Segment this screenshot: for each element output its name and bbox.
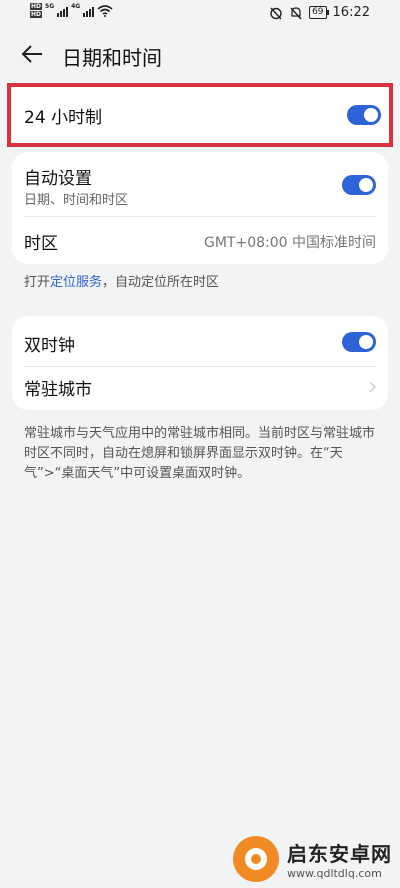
location-note-prefix: 打开 (24, 275, 51, 290)
battery-indicator: 69 (309, 6, 330, 19)
auto-setting-row[interactable]: 自动设置 日期、时间和时区 (12, 152, 388, 216)
clock: 16:22 (332, 5, 370, 20)
home-city-label: 常驻城市 (24, 380, 92, 400)
auto-settings-card: 自动设置 日期、时间和时区 时区 GMT+08:00 中国标准时间 (12, 152, 388, 264)
watermark-logo-icon (233, 836, 279, 882)
arrow-left-icon (21, 45, 42, 63)
sim1-badge: HD (30, 3, 43, 10)
network-type-2: 4G (71, 3, 81, 10)
hour24-row[interactable]: 24 小时制 (7, 83, 393, 147)
alarm-off-icon (270, 7, 282, 19)
page-header: 日期和时间 (0, 30, 400, 80)
watermark-text: 启东安卓网 www.qdltdlq.com (287, 838, 392, 880)
timezone-row[interactable]: 时区 GMT+08:00 中国标准时间 (12, 217, 388, 263)
timezone-label: 时区 (24, 234, 58, 254)
auto-setting-label: 自动设置 (24, 169, 92, 189)
signal-icon (57, 5, 69, 17)
hour24-label: 24 小时制 (24, 108, 103, 128)
dual-clock-label: 双时钟 (24, 336, 75, 356)
back-button[interactable] (18, 40, 46, 68)
location-service-link[interactable]: 定位服务 (50, 275, 102, 290)
sim2-badge: HD (30, 11, 43, 18)
auto-setting-toggle[interactable] (342, 175, 376, 195)
timezone-value: GMT+08:00 中国标准时间 (203, 235, 376, 251)
home-city-row[interactable]: 常驻城市 (12, 362, 388, 410)
chevron-right-icon (364, 381, 376, 393)
sim-indicators: HD HD (30, 3, 43, 18)
page-title: 日期和时间 (62, 46, 162, 70)
watermark: 启东安卓网 www.qdltdlq.com (233, 836, 392, 882)
hour24-toggle[interactable] (347, 105, 381, 125)
status-bar: HD HD 5G 4G 69 16:22 (0, 0, 400, 28)
watermark-url: www.qdltdlq.com (287, 867, 382, 880)
dual-clock-card: 双时钟 常驻城市 (12, 316, 388, 410)
dual-clock-toggle[interactable] (342, 332, 376, 352)
wifi-icon (97, 4, 113, 17)
watermark-title: 启东安卓网 (287, 842, 392, 866)
location-note-suffix: ，自动定位所在时区 (102, 275, 220, 290)
status-left: HD HD 5G 4G (30, 3, 113, 18)
dual-clock-row[interactable]: 双时钟 (12, 316, 388, 366)
bell-off-icon (290, 6, 302, 19)
network-type-1: 5G (45, 3, 55, 10)
dual-clock-note: 常驻城市与天气应用中的常驻城市相同。当前时区与常驻城市时区不同时，自动在熄屏和锁… (24, 426, 376, 481)
status-right: 69 16:22 (269, 5, 370, 20)
signal-icon-2 (83, 5, 95, 17)
auto-setting-subtitle: 日期、时间和时区 (24, 193, 129, 208)
location-note: 打开定位服务，自动定位所在时区 (24, 273, 219, 293)
